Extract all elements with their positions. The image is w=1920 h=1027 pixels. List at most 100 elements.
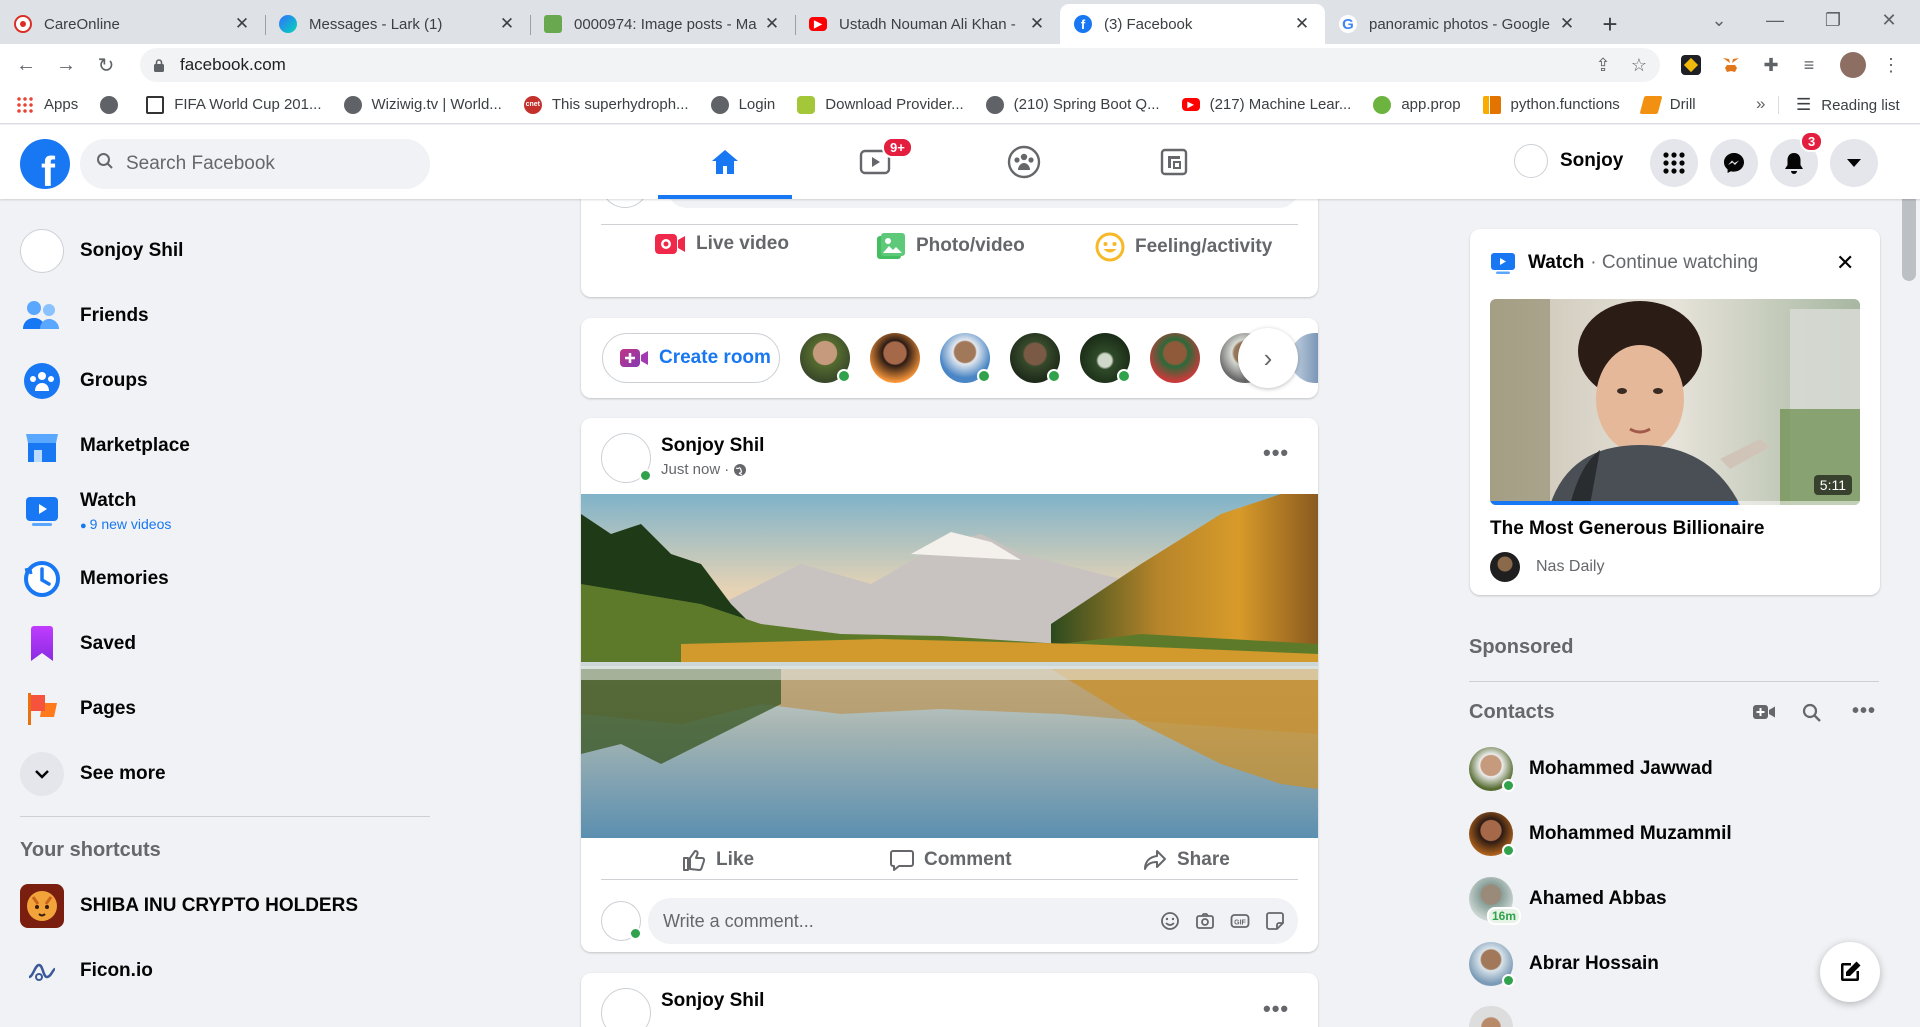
feeling-activity-button[interactable]: Feeling/activity (1095, 232, 1272, 262)
post-author[interactable]: Sonjoy Shil (661, 990, 764, 1012)
new-message-button[interactable] (1820, 942, 1880, 1002)
create-room-button[interactable]: Create room (602, 333, 780, 383)
sidebar-item-pages[interactable]: Pages (20, 679, 430, 739)
bookmark-spring-boot[interactable]: (210) Spring Boot Q... (985, 95, 1160, 114)
post-author[interactable]: Sonjoy Shil (661, 435, 764, 457)
room-friend-avatar[interactable] (1150, 333, 1200, 383)
share-button[interactable]: Share (1143, 849, 1230, 871)
facebook-logo[interactable]: f (20, 139, 70, 189)
address-bar[interactable]: facebook.com ⇪ ☆ (140, 48, 1660, 82)
close-icon[interactable]: ✕ (1293, 14, 1311, 34)
new-tab-button[interactable]: + (1590, 4, 1630, 44)
page-scrollbar-thumb[interactable] (1902, 186, 1916, 281)
sidebar-item-memories[interactable]: Memories (20, 549, 430, 609)
post-options-button[interactable]: ••• (1263, 996, 1289, 1022)
new-room-video-icon[interactable] (1752, 702, 1776, 722)
sidebar-item-groups[interactable]: Groups (20, 351, 430, 411)
shortcut-ficon[interactable]: Ficon.io (20, 941, 430, 1001)
extensions-puzzle-icon[interactable]: ✚ (1760, 54, 1782, 76)
restore-button[interactable]: ❐ (1810, 0, 1856, 40)
browser-tab-facebook[interactable]: f (3) Facebook ✕ (1060, 4, 1325, 44)
bookmark-python-functions[interactable]: python.functions (1482, 95, 1620, 114)
emoji-icon[interactable] (1160, 911, 1180, 931)
metamask-extension-icon[interactable] (1720, 54, 1742, 76)
close-icon[interactable]: ✕ (498, 14, 516, 34)
media-control-icon[interactable]: ≡ (1798, 54, 1820, 76)
share-icon[interactable]: ⇪ (1592, 54, 1614, 76)
comment-button[interactable]: Comment (890, 849, 1012, 871)
contact-item[interactable]: Mohammed Jawwad (1469, 739, 1889, 799)
browser-tab-youtube[interactable]: ▶ Ustadh Nouman Ali Khan - ✕ (795, 4, 1060, 44)
menu-button[interactable] (1650, 139, 1698, 187)
sidebar-item-saved[interactable]: Saved (20, 614, 430, 674)
bookmark-star-icon[interactable]: ☆ (1628, 54, 1650, 76)
post-timestamp[interactable]: Just now (661, 461, 720, 478)
sidebar-item-marketplace[interactable]: Marketplace (20, 416, 430, 476)
live-video-button[interactable]: Live video (654, 232, 789, 256)
close-icon[interactable]: ✕ (1836, 250, 1854, 276)
bookmark-superhydrophobic[interactable]: cnet This superhydroph... (523, 95, 689, 114)
bookmark-wiziwig[interactable]: Wiziwig.tv | World... (343, 95, 502, 114)
bookmark-download-provider[interactable]: Download Provider... (797, 95, 964, 114)
gif-icon[interactable]: GIF (1230, 911, 1250, 931)
nav-home-tab[interactable] (658, 125, 792, 199)
search-contacts-icon[interactable] (1802, 703, 1822, 723)
search-facebook-input[interactable]: Search Facebook (80, 139, 430, 189)
avatar[interactable] (601, 433, 652, 483)
bookmark-globe[interactable] (100, 95, 124, 114)
contact-item[interactable]: 16m Ahamed Abbas (1469, 869, 1889, 929)
browser-tab-lark[interactable]: Messages - Lark (1) ✕ (265, 4, 530, 44)
photo-video-button[interactable]: Photo/video (876, 232, 1025, 260)
bookmark-drill[interactable]: Drill (1639, 95, 1696, 114)
binance-extension-icon[interactable] (1680, 54, 1702, 76)
account-button[interactable] (1830, 139, 1878, 187)
bookmark-machine-learning[interactable]: ▶ (217) Machine Lear... (1181, 96, 1351, 113)
back-button[interactable]: ← (8, 47, 44, 83)
browser-tab-careonline[interactable]: CareOnline ✕ (0, 4, 265, 44)
profile-avatar[interactable] (1840, 52, 1866, 78)
tab-search-icon[interactable]: ⌄ (1696, 0, 1742, 40)
profile-shortcut[interactable]: Sonjoy (1514, 141, 1623, 181)
camera-icon[interactable] (1195, 911, 1215, 931)
browser-tab-google[interactable]: G panoramic photos - Google ✕ (1325, 4, 1590, 44)
lock-icon[interactable] (152, 57, 166, 73)
messenger-button[interactable] (1710, 139, 1758, 187)
room-friend-avatar[interactable] (940, 333, 991, 383)
room-friend-avatar[interactable] (800, 333, 851, 383)
browser-menu-icon[interactable]: ⋮ (1880, 54, 1902, 76)
like-button[interactable]: Like (682, 849, 754, 871)
bookmark-fifa[interactable]: FIFA World Cup 201... (146, 95, 322, 114)
close-icon[interactable]: ✕ (1028, 14, 1046, 34)
browser-tab-mantis[interactable]: 0000974: Image posts - Ma ✕ (530, 4, 795, 44)
sticker-icon[interactable] (1265, 911, 1285, 931)
video-title[interactable]: The Most Generous Billionaire (1490, 518, 1765, 540)
rooms-next-button[interactable]: › (1238, 328, 1298, 388)
close-window-button[interactable]: ✕ (1866, 0, 1912, 40)
sidebar-item-watch[interactable]: Watch 9 new videos (20, 481, 430, 541)
bookmark-app-prop[interactable]: app.prop (1373, 95, 1461, 114)
sidebar-item-friends[interactable]: Friends (20, 286, 430, 346)
bookmarks-overflow-button[interactable]: » (1756, 94, 1765, 114)
room-friend-avatar[interactable] (1080, 333, 1131, 383)
shortcut-shiba-inu[interactable]: SHIBA INU CRYPTO HOLDERS (20, 876, 430, 936)
nav-watch-tab[interactable]: 9+ (808, 125, 942, 199)
contact-avatar[interactable] (1469, 1006, 1513, 1027)
reload-button[interactable]: ↻ (88, 47, 124, 83)
close-icon[interactable]: ✕ (763, 14, 781, 34)
forward-button[interactable]: → (48, 47, 84, 83)
sidebar-item-profile[interactable]: Sonjoy Shil (20, 221, 430, 281)
post-image-landscape[interactable] (581, 494, 1318, 838)
reading-list-button[interactable]: ☰ Reading list (1796, 86, 1900, 124)
notifications-button[interactable]: 3 (1770, 131, 1824, 187)
video-thumbnail[interactable]: 5:11 (1490, 299, 1860, 505)
room-friend-avatar[interactable] (1010, 333, 1061, 383)
nav-gaming-tab[interactable] (1107, 125, 1241, 199)
sidebar-item-see-more[interactable]: See more (20, 744, 430, 804)
post-options-button[interactable]: ••• (1263, 440, 1289, 466)
minimize-button[interactable]: — (1752, 0, 1798, 40)
contact-item[interactable]: Mohammed Muzammil (1469, 804, 1889, 864)
globe-icon[interactable] (733, 463, 747, 477)
room-friend-avatar[interactable] (870, 333, 920, 383)
watch-card-title[interactable]: Watch (1528, 252, 1584, 274)
close-icon[interactable]: ✕ (233, 14, 251, 34)
